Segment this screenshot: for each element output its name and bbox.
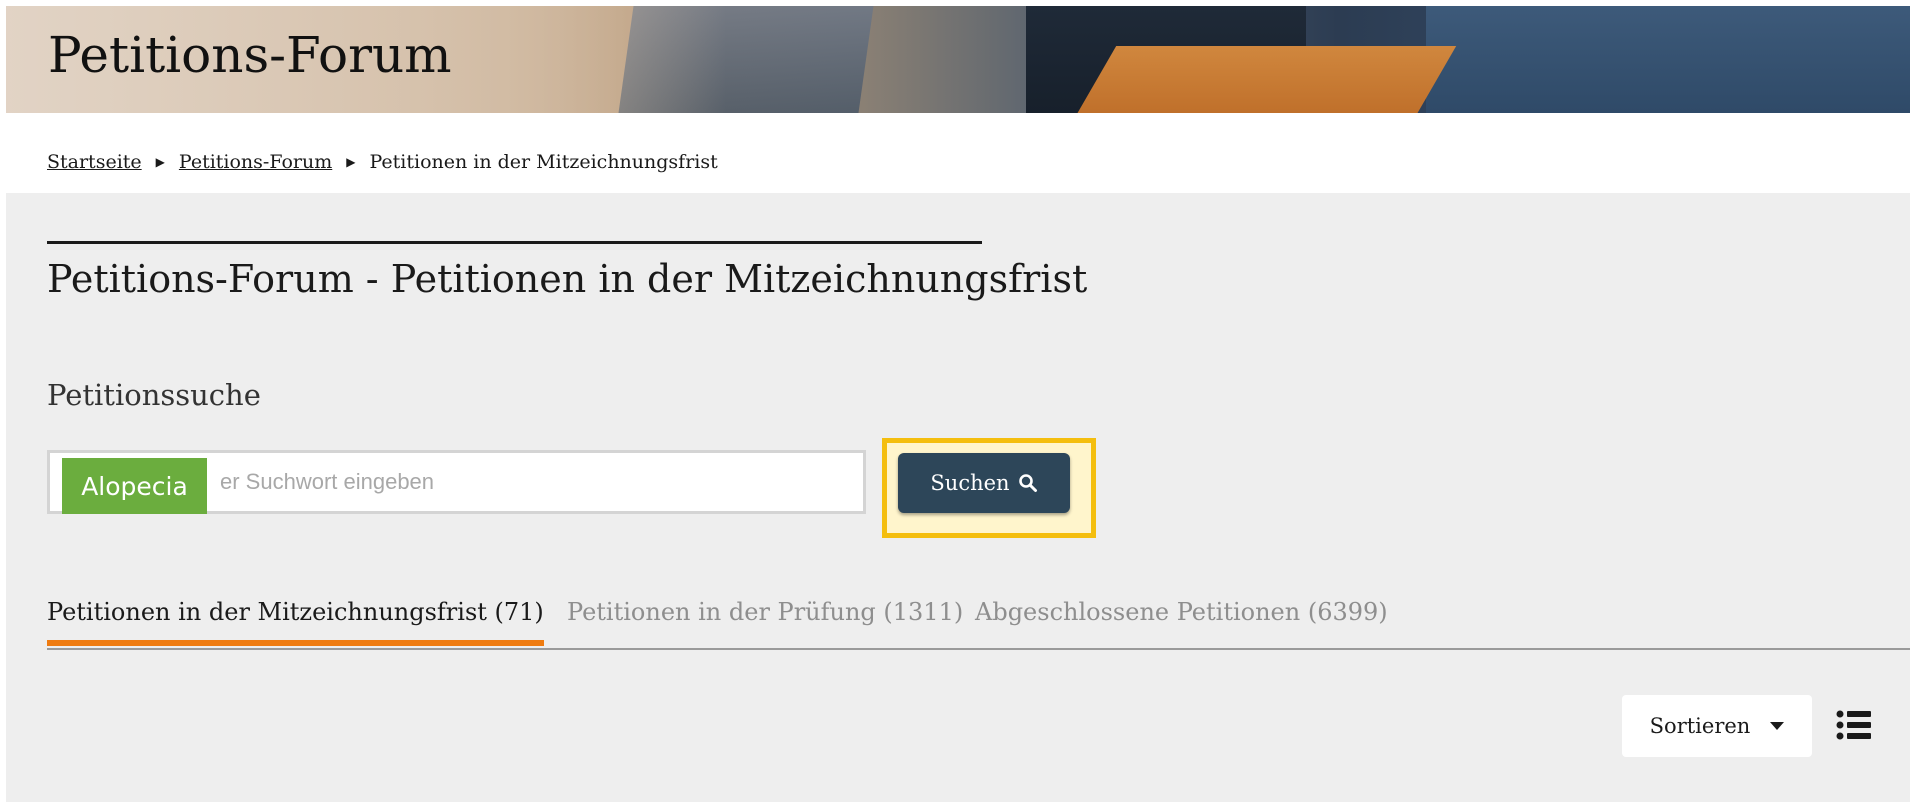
breadcrumb-link-home[interactable]: Startseite [47,151,142,173]
title-divider [47,241,982,244]
site-title: Petitions-Forum [48,26,452,84]
banner-image-shape [1075,46,1457,113]
header-banner: Petitions-Forum [6,6,1910,113]
tab-label: Petitionen in der Prüfung (1311) [567,598,964,626]
tab-pruefung[interactable]: Petitionen in der Prüfung (1311) [567,598,963,638]
sort-label: Sortieren [1649,714,1751,738]
search-button[interactable]: Suchen [898,453,1070,513]
list-icon[interactable] [1836,709,1872,741]
tab-abgeschlossen[interactable]: Abgeschlossene Petitionen (6399) [975,598,1388,638]
caret-down-icon [1770,722,1785,730]
search-heading: Petitionssuche [47,378,261,412]
content-area: Petitions-Forum - Petitionen in der Mitz… [6,193,1910,802]
tab-label: Petitionen in der Mitzeichnungsfrist (71… [47,598,544,626]
breadcrumb-separator-icon: ▶ [155,155,165,169]
search-field[interactable]: Alopecia [47,450,866,514]
sort-dropdown-button[interactable]: Sortieren [1622,695,1812,757]
breadcrumb-separator-icon: ▶ [346,155,356,169]
petition-tabs: Petitionen in der Mitzeichnungsfrist (71… [47,598,1910,650]
breadcrumb-current: Petitionen in der Mitzeichnungsfrist [369,151,718,173]
breadcrumb-link-forum[interactable]: Petitions-Forum [179,151,332,173]
search-icon [1018,474,1037,492]
search-input[interactable] [210,453,850,511]
banner-image-shape [1426,6,1910,113]
search-button-label: Suchen [930,471,1010,495]
tab-mitzeichnungsfrist[interactable]: Petitionen in der Mitzeichnungsfrist (71… [47,598,544,646]
active-tab-indicator [47,640,544,646]
tabs-baseline [47,648,1910,650]
search-tag-chip[interactable]: Alopecia [62,458,207,514]
tab-label: Abgeschlossene Petitionen (6399) [975,598,1388,626]
breadcrumb: Startseite ▶ Petitions-Forum ▶ Petitione… [47,151,718,173]
page-title: Petitions-Forum - Petitionen in der Mitz… [47,257,1088,301]
